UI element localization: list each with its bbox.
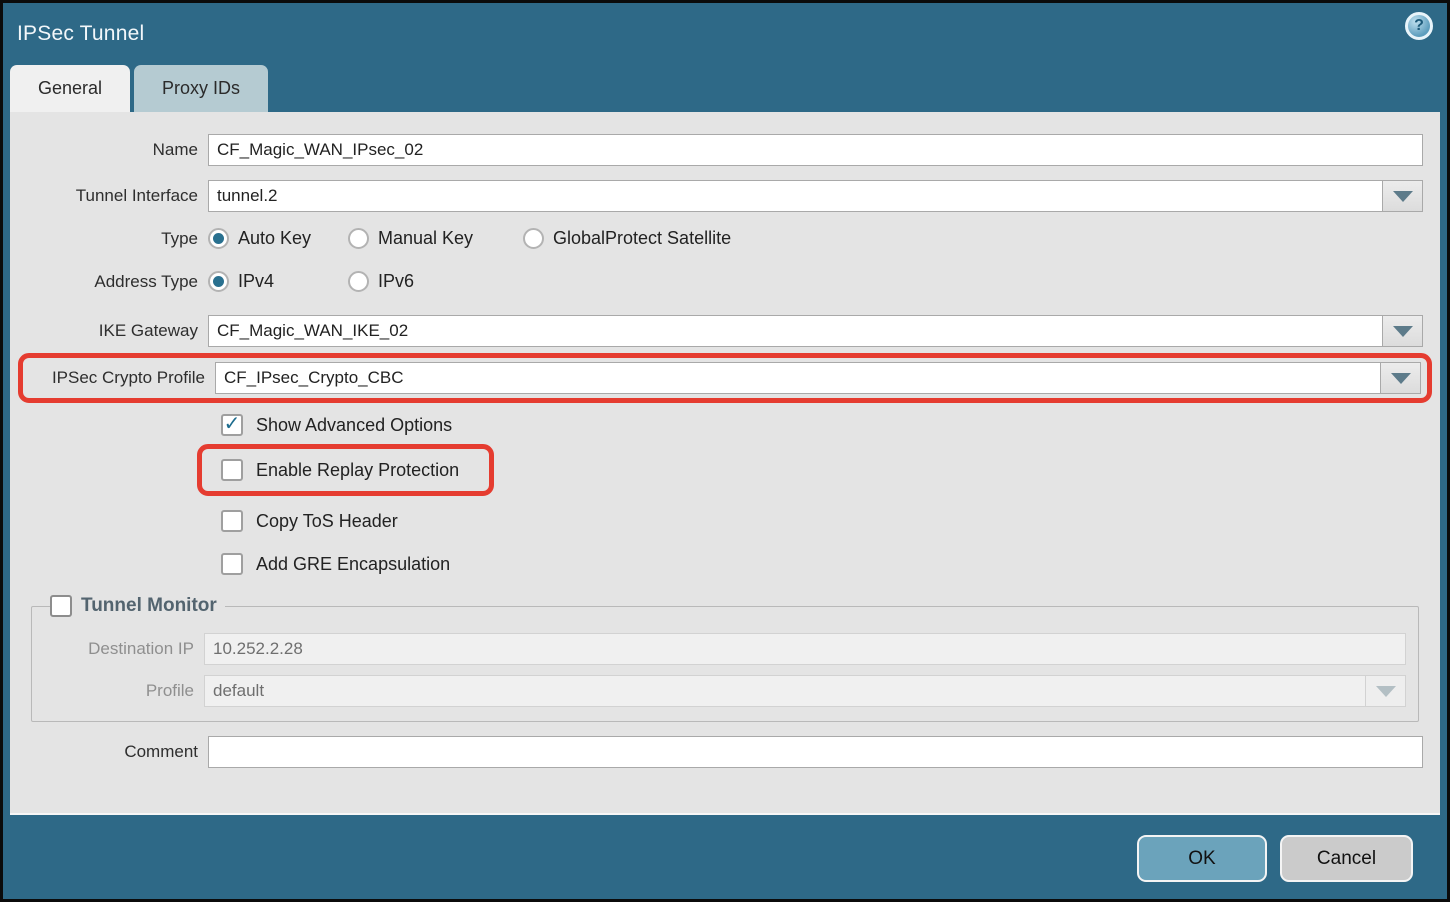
destination-ip-row: Destination IP: [44, 633, 1406, 665]
tunnel-interface-dropdown-button[interactable]: [1382, 180, 1423, 212]
checkbox-label: Copy ToS Header: [256, 511, 398, 532]
radio-auto-key[interactable]: Auto Key: [208, 228, 348, 249]
radio-ipv4[interactable]: IPv4: [208, 271, 348, 292]
radio-label: GlobalProtect Satellite: [553, 228, 731, 249]
type-radio-group: Auto Key Manual Key GlobalProtect Satell…: [208, 228, 731, 249]
general-tab-panel: Name Tunnel Interface Type Auto Key: [10, 112, 1440, 815]
ipsec-crypto-profile-highlight: IPSec Crypto Profile: [18, 353, 1432, 403]
copy-tos-header-checkbox[interactable]: [221, 510, 243, 532]
dialog-titlebar: IPSec Tunnel ?: [3, 3, 1447, 65]
radio-icon: [208, 228, 229, 249]
add-gre-encapsulation-row[interactable]: Add GRE Encapsulation: [221, 553, 1440, 575]
radio-ipv6[interactable]: IPv6: [348, 271, 488, 292]
radio-icon: [208, 271, 229, 292]
radio-label: IPv4: [238, 271, 274, 292]
tunnel-interface-input[interactable]: [208, 180, 1382, 212]
dialog-footer: OK Cancel: [3, 815, 1447, 902]
tunnel-monitor-fieldset: Tunnel Monitor Destination IP Profile: [31, 595, 1419, 722]
radio-label: Auto Key: [238, 228, 311, 249]
ike-gateway-input[interactable]: [208, 315, 1382, 347]
profile-row: Profile: [44, 675, 1406, 707]
type-label: Type: [10, 229, 208, 249]
chevron-down-icon: [1393, 326, 1413, 337]
comment-row: Comment: [10, 736, 1423, 768]
name-label: Name: [10, 140, 208, 160]
radio-icon: [523, 228, 544, 249]
comment-input[interactable]: [208, 736, 1423, 768]
ike-gateway-dropdown-button[interactable]: [1382, 315, 1423, 347]
radio-label: IPv6: [378, 271, 414, 292]
ipsec-crypto-profile-label: IPSec Crypto Profile: [23, 368, 215, 388]
comment-label: Comment: [10, 742, 208, 762]
chevron-down-icon: [1376, 686, 1396, 697]
radio-icon: [348, 271, 369, 292]
profile-input: [204, 675, 1365, 707]
add-gre-encapsulation-checkbox[interactable]: [221, 553, 243, 575]
tunnel-interface-row: Tunnel Interface: [10, 180, 1423, 212]
ike-gateway-label: IKE Gateway: [10, 321, 208, 341]
profile-dropdown-button: [1365, 675, 1406, 707]
help-icon[interactable]: ?: [1405, 12, 1433, 40]
radio-icon: [348, 228, 369, 249]
ipsec-crypto-profile-row: IPSec Crypto Profile: [23, 362, 1421, 394]
show-advanced-options-row[interactable]: Show Advanced Options: [221, 414, 1440, 436]
chevron-down-icon: [1391, 373, 1411, 384]
enable-replay-protection-checkbox[interactable]: [221, 459, 243, 481]
radio-manual-key[interactable]: Manual Key: [348, 228, 523, 249]
ipsec-tunnel-dialog: IPSec Tunnel ? General Proxy IDs Name Tu…: [3, 3, 1447, 899]
checkbox-label: Show Advanced Options: [256, 415, 452, 436]
show-advanced-options-checkbox[interactable]: [221, 414, 243, 436]
destination-ip-input: [204, 633, 1406, 665]
tab-proxy-ids[interactable]: Proxy IDs: [134, 65, 268, 112]
radio-label: Manual Key: [378, 228, 473, 249]
type-row: Type Auto Key Manual Key GlobalProtect S…: [10, 228, 1423, 249]
ipsec-crypto-profile-dropdown-button[interactable]: [1380, 362, 1421, 394]
checkbox-label: Enable Replay Protection: [256, 460, 459, 481]
ike-gateway-row: IKE Gateway: [10, 315, 1423, 347]
radio-globalprotect-satellite[interactable]: GlobalProtect Satellite: [523, 228, 731, 249]
profile-label: Profile: [44, 681, 204, 701]
checkbox-label: Add GRE Encapsulation: [256, 554, 450, 575]
tab-bar: General Proxy IDs: [10, 65, 1447, 112]
address-type-row: Address Type IPv4 IPv6: [10, 271, 1423, 292]
tunnel-monitor-label: Tunnel Monitor: [81, 595, 217, 617]
name-input[interactable]: [208, 134, 1423, 166]
destination-ip-label: Destination IP: [44, 639, 204, 659]
ipsec-crypto-profile-input[interactable]: [215, 362, 1380, 394]
address-type-radio-group: IPv4 IPv6: [208, 271, 488, 292]
tunnel-monitor-checkbox[interactable]: [50, 595, 72, 617]
name-row: Name: [10, 134, 1423, 166]
ok-button[interactable]: OK: [1137, 835, 1267, 882]
address-type-label: Address Type: [10, 272, 208, 292]
tab-general[interactable]: General: [10, 65, 130, 112]
tunnel-monitor-legend: Tunnel Monitor: [50, 595, 225, 617]
tunnel-interface-label: Tunnel Interface: [10, 186, 208, 206]
dialog-title: IPSec Tunnel: [17, 22, 144, 46]
chevron-down-icon: [1393, 191, 1413, 202]
enable-replay-protection-highlight: Enable Replay Protection: [197, 444, 494, 496]
cancel-button[interactable]: Cancel: [1280, 835, 1413, 882]
copy-tos-header-row[interactable]: Copy ToS Header: [221, 510, 1440, 532]
